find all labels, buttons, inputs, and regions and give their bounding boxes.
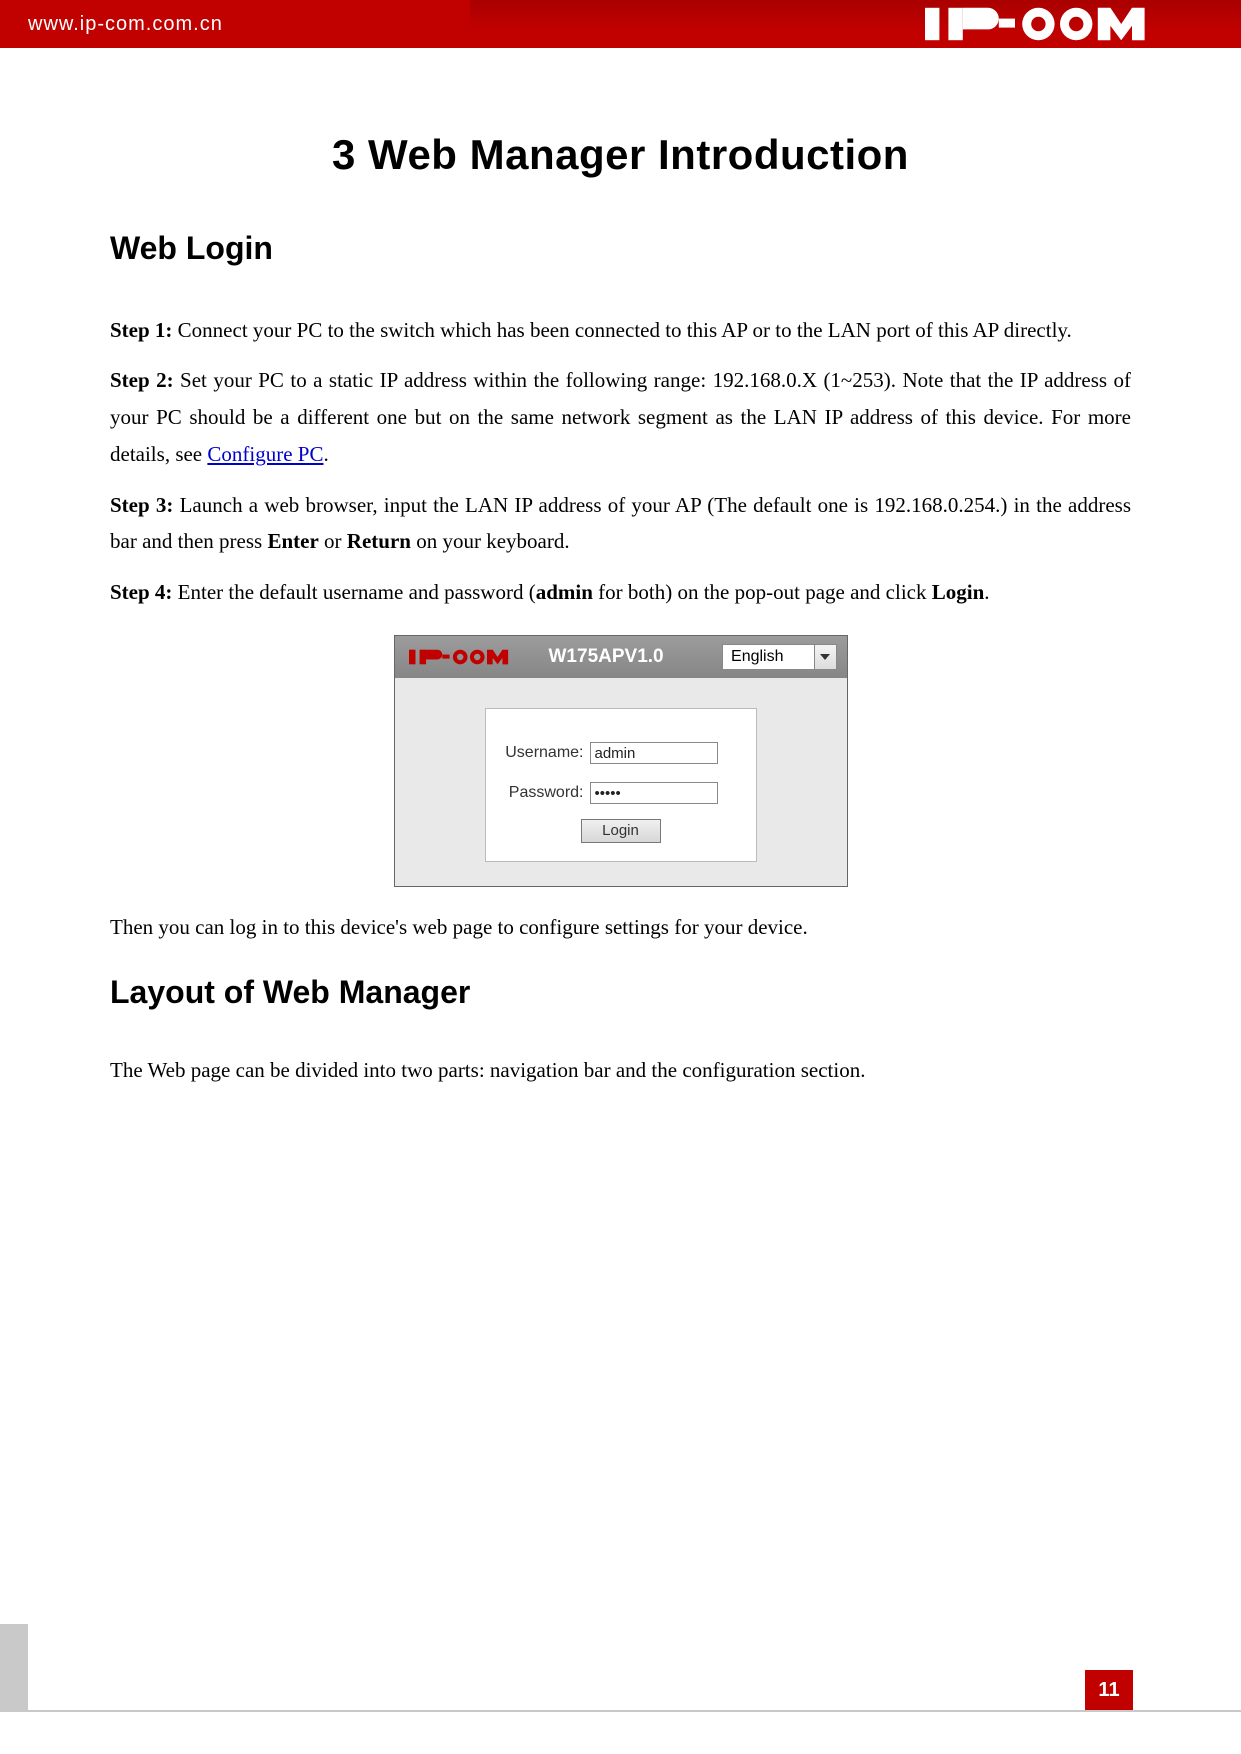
- login-button[interactable]: Login: [581, 819, 661, 843]
- step-text: Launch a web browser, input the LAN IP a…: [110, 493, 1131, 554]
- layout-text: The Web page can be divided into two par…: [110, 1052, 1131, 1089]
- password-row: Password: •••••: [504, 779, 738, 807]
- step-text: .: [984, 580, 989, 604]
- brand-logo-small: [409, 647, 539, 667]
- page-title: 3 Web Manager Introduction: [110, 118, 1131, 192]
- brand-logo: [919, 0, 1219, 48]
- language-value: English: [723, 643, 813, 671]
- step-text: on your keyboard.: [411, 529, 570, 553]
- step-4: Step 4: Enter the default username and p…: [110, 574, 1131, 611]
- step-label: Step 3:: [110, 493, 173, 517]
- password-label: Password:: [504, 779, 590, 807]
- page-content: 3 Web Manager Introduction Web Login Ste…: [0, 48, 1241, 1088]
- section-heading-layout: Layout of Web Manager: [110, 964, 1131, 1020]
- return-key: Return: [347, 529, 411, 553]
- step-text: Connect your PC to the switch which has …: [172, 318, 1071, 342]
- login-screenshot: W175APV1.0 English Username: admin Passw…: [394, 635, 848, 887]
- login-body: Username: admin Password: ••••• Login: [395, 678, 847, 886]
- step-text: Enter the default username and password …: [172, 580, 535, 604]
- step-label: Step 4:: [110, 580, 172, 604]
- header-url: www.ip-com.com.cn: [28, 13, 223, 36]
- admin-literal: admin: [536, 580, 593, 604]
- page-header: www.ip-com.com.cn: [0, 0, 1241, 48]
- password-input[interactable]: •••••: [590, 782, 718, 804]
- step-text: or: [319, 529, 347, 553]
- configure-pc-link[interactable]: Configure PC: [207, 442, 323, 466]
- section-heading-weblogin: Web Login: [110, 220, 1131, 276]
- login-header-bar: W175APV1.0 English: [395, 636, 847, 678]
- username-label: Username:: [504, 739, 590, 767]
- login-button-row: Login: [504, 819, 738, 843]
- username-input[interactable]: admin: [590, 742, 718, 764]
- login-card: Username: admin Password: ••••• Login: [485, 708, 757, 862]
- chevron-down-icon: [820, 654, 830, 660]
- step-text: .: [323, 442, 328, 466]
- step-text: for both) on the pop-out page and click: [593, 580, 932, 604]
- page-number: 11: [1085, 1670, 1133, 1710]
- enter-key: Enter: [267, 529, 318, 553]
- step-label: Step 2:: [110, 368, 174, 392]
- step-2: Step 2: Set your PC to a static IP addre…: [110, 362, 1131, 472]
- step-3: Step 3: Launch a web browser, input the …: [110, 487, 1131, 561]
- footer-divider: [0, 1710, 1241, 1712]
- step-label: Step 1:: [110, 318, 172, 342]
- login-literal: Login: [932, 580, 985, 604]
- after-figure-text: Then you can log in to this device's web…: [110, 909, 1131, 946]
- step-1: Step 1: Connect your PC to the switch wh…: [110, 312, 1131, 349]
- footer-accent-vertical: [0, 1624, 28, 1710]
- device-model: W175APV1.0: [549, 640, 723, 673]
- dropdown-button[interactable]: [814, 645, 836, 669]
- language-select[interactable]: English: [722, 644, 836, 670]
- username-row: Username: admin: [504, 739, 738, 767]
